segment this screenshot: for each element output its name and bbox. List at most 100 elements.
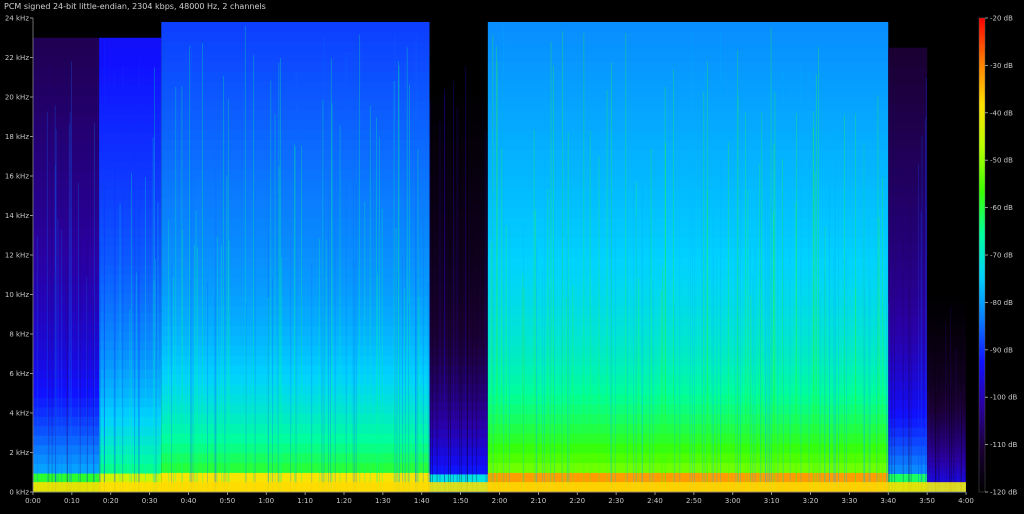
spectrogram-streak: [330, 74, 331, 492]
spectrogram-band: [429, 202, 488, 212]
spectrogram-streak: [572, 285, 574, 492]
spectrogram-streak: [122, 66, 124, 492]
spectrogram-band: [429, 383, 488, 393]
spectrogram-band: [99, 122, 162, 133]
spectrogram-streak: [694, 126, 696, 492]
spectrogram-streak: [808, 72, 810, 492]
spectrogram-band: [99, 47, 162, 58]
spectrogram-streak: [610, 130, 612, 493]
spectrogram-streak: [280, 58, 281, 492]
spectrogram-streak: [131, 172, 132, 492]
spectrogram-streak: [93, 295, 94, 492]
spectrogram-band: [99, 170, 162, 181]
spectrogram-band: [33, 350, 100, 361]
spectrogram-streak: [818, 46, 820, 492]
spectrogram-streak: [891, 287, 893, 492]
spectrogram-streak: [311, 264, 313, 492]
y-tick-label: 4 kHz: [9, 410, 29, 418]
spectrogram-band: [487, 168, 889, 180]
spectrogram-band: [161, 129, 430, 140]
spectrogram-band: [161, 90, 430, 101]
spectrogram-streak: [949, 265, 950, 492]
spectrogram-streak: [267, 297, 269, 492]
spectrogram-streak: [194, 244, 195, 492]
spectrogram-band: [927, 314, 966, 320]
colorbar-tick-label: -40 dB: [990, 109, 1013, 117]
colorbar: -20 dB -30 dB -40 dB -50 dB -60 dB -70 dB -80 …: [978, 15, 1018, 497]
spectrogram-streak: [395, 227, 397, 492]
spectrogram-streak: [855, 113, 857, 492]
spectrogram-band: [429, 138, 488, 149]
spectrogram-band: [487, 51, 889, 62]
x-tick-label: 1:50: [453, 497, 469, 505]
spectrogram-streak: [960, 391, 961, 492]
x-tick-label: 3:10: [764, 497, 780, 505]
spectrogram-streak: [754, 241, 756, 492]
spectrogram-band: [33, 227, 100, 237]
spectrogram-streak: [48, 63, 50, 492]
spectrogram-streak: [611, 193, 613, 492]
spectrogram-streak: [294, 143, 295, 492]
spectrogram-streak: [68, 123, 70, 492]
spectrogram-streak: [523, 287, 525, 492]
spectrogram-band: [33, 151, 100, 162]
spectrogram-band: [487, 21, 889, 33]
spectrogram-segment: [429, 57, 488, 493]
spectrogram-streak: [598, 156, 600, 493]
spectrogram-streak: [408, 303, 410, 492]
spectrogram-band: [33, 170, 100, 181]
spectrogram-band: [429, 157, 488, 167]
spectrogram-streak: [583, 33, 585, 492]
spectrogram-band: [33, 435, 100, 446]
spectrogram-band: [99, 264, 162, 275]
spectrogram-streak: [777, 149, 779, 492]
spectrogram-streak: [216, 236, 218, 492]
spectrogram-streak: [716, 258, 718, 492]
spectrogram-band: [927, 343, 966, 350]
spectrogram-streak: [319, 238, 321, 492]
spectrogram-streak: [935, 306, 936, 492]
spectrogram-streak: [215, 100, 217, 492]
spectrogram-band: [33, 264, 100, 275]
spectrogram-streak: [244, 26, 246, 492]
spectrogram-band: [33, 454, 100, 465]
spectrogram-band: [927, 338, 966, 345]
spectrogram-streak: [553, 65, 554, 492]
spectrogram-streak: [402, 255, 403, 492]
spectrogram-streak: [816, 74, 817, 492]
spectrogram-band: [33, 255, 100, 266]
spectrogram-band: [33, 473, 100, 484]
spectrogram-band: [429, 320, 488, 330]
colorbar-tick-label: -90 dB: [990, 346, 1013, 354]
spectrogram-band: [429, 310, 488, 321]
spectrogram-streak: [364, 201, 366, 492]
spectrogram-streak: [439, 121, 441, 492]
spectrogram-band: [161, 51, 430, 62]
spectrogram-streak: [672, 69, 674, 493]
spectrogram-streak: [339, 125, 341, 492]
y-tick-label: 0 kHz: [9, 489, 29, 497]
spectrogram-band: [888, 195, 928, 206]
spectrogram-chart: 0:00 0:10 0:20 0:30 0:40 0:50 1:00 1:10 1:20 1:30…: [5, 15, 1018, 506]
spectrogram-streak: [771, 80, 773, 492]
spectrogram-band: [927, 299, 966, 305]
spectrogram-streak: [750, 295, 752, 492]
spectrogram-band: [888, 186, 928, 197]
spectrogram-streak: [760, 144, 761, 492]
spectrogram-streak: [418, 296, 420, 492]
spectrogram-band: [33, 66, 100, 77]
spectrogram-band: [429, 129, 488, 140]
spectrogram-streak: [800, 66, 802, 492]
x-tick-label: 0:30: [142, 497, 158, 505]
spectrogram-band: [487, 149, 889, 160]
spectrogram-streak: [404, 61, 406, 492]
spectrogram-streak: [277, 192, 279, 493]
spectrogram-streak: [138, 58, 140, 493]
spectrogram-streak: [752, 275, 754, 492]
spectrogram-band: [888, 112, 928, 123]
spectrogram-streak: [295, 71, 297, 493]
x-tick-label: 2:50: [686, 497, 702, 505]
spectrogram-band: [33, 75, 100, 86]
spectrogram-band: [429, 102, 488, 113]
spectrogram-band: [99, 56, 162, 67]
